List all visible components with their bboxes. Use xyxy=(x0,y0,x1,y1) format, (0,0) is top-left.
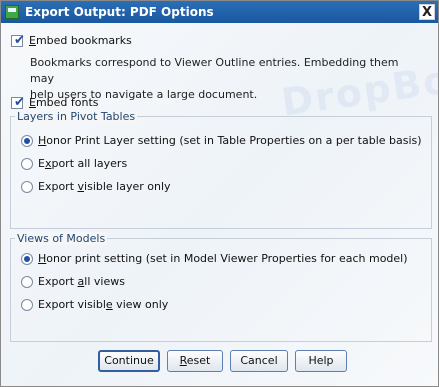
export-visible-layer-label[interactable]: Export visible layer only xyxy=(38,180,171,193)
honor-print-layer-radio[interactable] xyxy=(21,135,33,147)
dialog-window: Export Output: PDF Options X DropBo ✔ Em… xyxy=(0,0,439,387)
export-all-views-radio[interactable] xyxy=(21,276,33,288)
export-all-layers-radio[interactable] xyxy=(21,158,33,170)
honor-print-layer-label[interactable]: Honor Print Layer setting (set in Table … xyxy=(38,134,422,147)
reset-button[interactable]: Reset xyxy=(167,350,223,372)
bookmarks-description-line-1: Bookmarks correspond to Viewer Outline e… xyxy=(30,56,399,85)
export-all-layers-label[interactable]: Export all layers xyxy=(38,157,127,170)
title-bar[interactable]: Export Output: PDF Options X xyxy=(1,1,438,23)
cancel-button[interactable]: Cancel xyxy=(230,350,288,372)
embed-fonts-label[interactable]: Embed fonts xyxy=(29,96,99,109)
honor-print-setting-radio[interactable] xyxy=(21,253,33,265)
honor-print-setting-label[interactable]: Honor print setting (set in Model Viewer… xyxy=(38,252,408,265)
embed-fonts-checkbox[interactable]: ✔ xyxy=(11,95,25,110)
embed-bookmarks-label[interactable]: Embed bookmarks xyxy=(29,34,132,47)
export-visible-view-label[interactable]: Export visible view only xyxy=(38,298,168,311)
models-group-title: Views of Models xyxy=(15,232,108,245)
checkmark-icon: ✔ xyxy=(14,95,25,110)
dialog-content: DropBo ✔ Embed bookmarks Bookmarks corre… xyxy=(1,23,438,386)
help-button[interactable]: Help xyxy=(295,350,347,372)
continue-button[interactable]: Continue xyxy=(98,350,160,372)
export-visible-layer-radio[interactable] xyxy=(21,181,33,193)
export-visible-view-radio[interactable] xyxy=(21,299,33,311)
export-all-views-label[interactable]: Export all views xyxy=(38,275,125,288)
app-icon xyxy=(5,5,19,19)
close-button[interactable]: X xyxy=(419,4,435,20)
dialog-title: Export Output: PDF Options xyxy=(25,5,214,19)
layers-group-title: Layers in Pivot Tables xyxy=(15,110,138,123)
layers-groupbox xyxy=(10,116,432,229)
checkmark-icon: ✔ xyxy=(14,33,25,48)
embed-bookmarks-checkbox[interactable]: ✔ xyxy=(11,33,25,48)
